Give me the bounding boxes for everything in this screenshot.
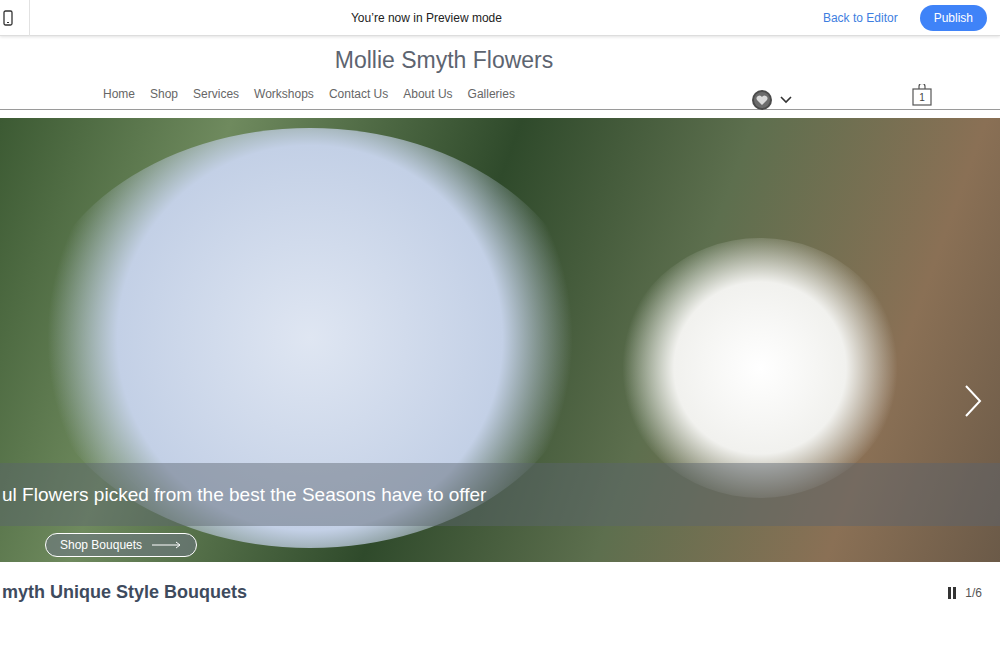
preview-bar: You’re now in Preview modeBack to Editor…	[0, 0, 1000, 36]
next-arrow-icon[interactable]	[963, 384, 983, 418]
shop-bouquets-button[interactable]: Shop Bouquets	[45, 533, 197, 557]
arrow-right-icon	[152, 541, 182, 549]
pause-icon[interactable]	[947, 587, 957, 599]
site-header: Mollie Smyth Flowers Home Shop Services Work…	[0, 36, 1000, 110]
mobile-view-button[interactable]	[0, 0, 30, 36]
slideshow-controls: 1/6	[947, 586, 982, 600]
slide-counter: 1/6	[965, 586, 982, 600]
nav-item[interactable]: Home	[103, 87, 135, 101]
caption-band: ul Flowers picked from the best the Seas…	[0, 463, 1000, 526]
chevron-down-icon	[780, 96, 792, 104]
avatar-heart-icon	[752, 90, 772, 110]
page: You’re now in Preview modeBack to Editor…	[0, 0, 1000, 667]
slide-info-row: myth Unique Style Bouquets 1/6	[0, 562, 1000, 603]
slide-caption: ul Flowers picked from the best the Seas…	[0, 484, 486, 506]
preview-message: You’re now in Preview mode	[30, 11, 823, 25]
back-to-editor-link[interactable]: Back to Editor	[823, 11, 898, 25]
cart-count: 1	[912, 92, 932, 103]
publish-button[interactable]: Publish	[920, 5, 987, 31]
nav-item[interactable]: Services	[193, 87, 239, 101]
nav-item[interactable]: Contact Us	[329, 87, 388, 101]
slideshow: ul Flowers picked from the best the Seas…	[0, 118, 1000, 562]
account-menu[interactable]	[752, 90, 792, 110]
site-title[interactable]: Mollie Smyth Flowers	[0, 46, 888, 74]
nav-menu: Home Shop Services Workshops Contact Us About…	[103, 87, 515, 101]
nav-item[interactable]: About Us	[403, 87, 452, 101]
phone-icon	[3, 10, 13, 26]
nav-item[interactable]: Galleries	[468, 87, 515, 101]
nav-row: Home Shop Services Workshops Contact Us About…	[0, 78, 1000, 110]
preview-actions: Back to Editor Publish	[823, 5, 1000, 31]
section-title: myth Unique Style Bouquets	[2, 582, 247, 603]
title-row: Mollie Smyth Flowers	[0, 36, 888, 74]
nav-item[interactable]: Workshops	[254, 87, 314, 101]
nav-item[interactable]: Shop	[150, 87, 178, 101]
cart-button[interactable]: 1	[912, 84, 932, 106]
